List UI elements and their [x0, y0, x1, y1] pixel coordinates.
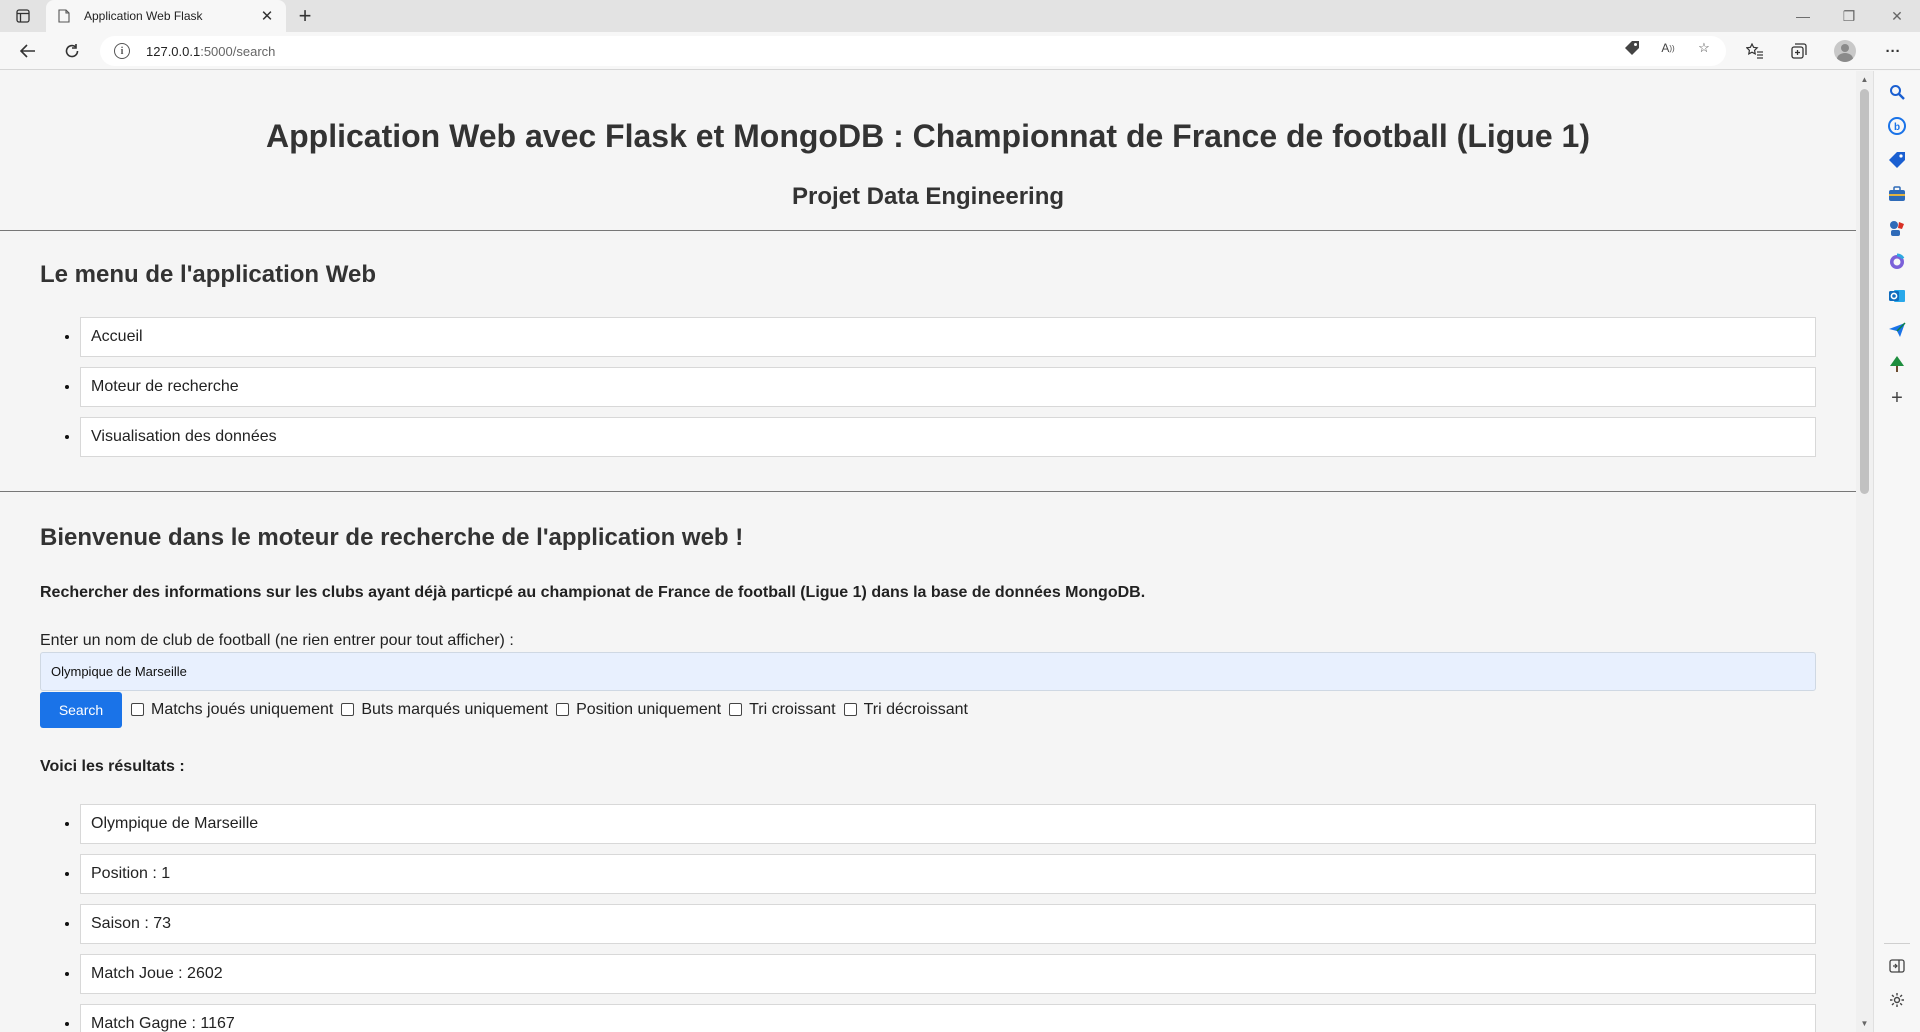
hide-sidebar-icon[interactable] [1886, 955, 1908, 977]
tab-title: Application Web Flask [84, 9, 203, 23]
search-description: Rechercher des informations sur les club… [40, 584, 1146, 601]
search-icon[interactable] [1886, 81, 1908, 103]
scroll-down-icon[interactable]: ▼ [1860, 1019, 1869, 1028]
menu-item-visualisation: Visualisation des données [80, 417, 1816, 457]
add-favorite-icon[interactable]: ☆ [1694, 39, 1714, 57]
close-tab-icon[interactable]: ✕ [258, 7, 276, 25]
svg-text:b: b [1894, 122, 1900, 133]
option-matchs-joues[interactable]: Matchs joués uniquement [131, 701, 333, 719]
checkbox[interactable] [843, 703, 857, 716]
url-text[interactable]: 127.0.0.1:5000/search [146, 44, 275, 59]
profile-avatar[interactable] [1834, 40, 1856, 62]
checkbox[interactable] [556, 703, 570, 716]
games-icon[interactable] [1886, 217, 1908, 239]
club-search-input[interactable] [40, 652, 1816, 691]
search-label: Enter un nom de club de football (ne rie… [40, 632, 514, 649]
result-value: Saison : 73 [80, 904, 1816, 944]
tab-bar: Application Web Flask ✕ + — ❐ ✕ [0, 0, 1920, 32]
option-label: Matchs joués uniquement [151, 700, 334, 718]
microsoft-365-icon[interactable] [1886, 251, 1908, 273]
option-label: Tri croissant [749, 700, 836, 718]
favorites-icon[interactable] [1744, 41, 1766, 61]
new-tab-icon[interactable]: + [294, 3, 316, 28]
list-item: Match Gagne : 1167 [80, 1004, 1816, 1032]
menu-section: Le menu de l'application Web Accueil Mot… [0, 231, 1856, 492]
scrollbar-thumb[interactable] [1860, 89, 1869, 494]
option-label: Buts marqués uniquement [361, 700, 549, 718]
copilot-icon[interactable]: b [1886, 115, 1908, 137]
list-item: Match Joue : 2602 [80, 954, 1816, 994]
list-item: Olympique de Marseille [80, 804, 1816, 844]
page-icon [56, 8, 72, 24]
option-label: Position uniquement [576, 700, 722, 718]
refresh-icon[interactable] [58, 38, 86, 64]
option-tri-decroissant[interactable]: Tri décroissant [843, 700, 968, 719]
scroll-up-icon[interactable]: ▲ [1860, 75, 1869, 84]
sidebar-divider [1884, 943, 1910, 944]
page-title: Application Web avec Flask et MongoDB : … [266, 118, 1590, 154]
menu-item-accueil: Accueil [80, 317, 1816, 357]
tag-icon[interactable] [1622, 39, 1642, 57]
search-section: Bienvenue dans le moteur de recherche de… [0, 492, 1856, 1032]
result-value: Match Joue : 2602 [80, 954, 1816, 994]
outlook-icon[interactable] [1886, 285, 1908, 307]
site-info-icon[interactable]: i [114, 43, 130, 59]
tools-briefcase-icon[interactable] [1886, 183, 1908, 205]
read-aloud-icon[interactable]: A)) [1658, 39, 1678, 57]
result-value: Match Gagne : 1167 [80, 1004, 1816, 1032]
search-controls: Search Matchs joués uniquement Buts marq… [40, 691, 1816, 728]
option-tri-croissant[interactable]: Tri croissant [729, 701, 836, 719]
settings-gear-icon[interactable] [1886, 989, 1908, 1011]
checkbox[interactable] [131, 703, 144, 716]
page-viewport: Application Web avec Flask et MongoDB : … [0, 71, 1856, 1032]
close-window-icon[interactable]: ✕ [1874, 0, 1920, 32]
tree-icon[interactable] [1886, 353, 1908, 375]
more-options-icon[interactable]: ··· [1882, 41, 1904, 61]
menu-link-moteur-de-recherche[interactable]: Moteur de recherche [80, 367, 1816, 407]
option-buts-marques[interactable]: Buts marqués uniquement [341, 701, 548, 719]
browser-tab[interactable]: Application Web Flask ✕ [46, 0, 286, 32]
tab-actions-icon[interactable] [12, 6, 34, 26]
browser-toolbar: i 127.0.0.1:5000/search A)) ☆ ··· [0, 32, 1920, 70]
minimize-icon[interactable]: — [1780, 0, 1826, 32]
shopping-tag-icon[interactable] [1886, 149, 1908, 171]
collections-icon[interactable] [1788, 41, 1810, 61]
page-header: Application Web avec Flask et MongoDB : … [0, 71, 1856, 231]
list-item: Position : 1 [80, 854, 1816, 894]
restore-icon[interactable]: ❐ [1826, 0, 1872, 32]
menu-list: Accueil Moteur de recherche Visualisatio… [40, 317, 1816, 457]
list-item: Saison : 73 [80, 904, 1816, 944]
results-list: Olympique de Marseille Position : 1 Sais… [40, 804, 1816, 1032]
page-subtitle: Projet Data Engineering [791, 183, 1065, 210]
menu-title: Le menu de l'application Web [40, 261, 376, 288]
menu-item-moteur: Moteur de recherche [80, 367, 1816, 407]
option-label: Tri décroissant [863, 700, 968, 718]
search-title: Bienvenue dans le moteur de recherche de… [40, 524, 744, 551]
page-scrollbar[interactable]: ▲ ▼ [1856, 71, 1873, 1032]
send-icon[interactable] [1886, 319, 1908, 341]
result-value: Olympique de Marseille [80, 804, 1816, 844]
search-button[interactable]: Search [40, 691, 122, 728]
checkbox[interactable] [729, 703, 743, 716]
menu-link-accueil[interactable]: Accueil [80, 317, 1816, 357]
browser-sidebar: b + [1873, 71, 1920, 1032]
address-bar[interactable]: i 127.0.0.1:5000/search [100, 36, 1726, 66]
checkbox[interactable] [341, 703, 355, 716]
back-icon[interactable] [14, 38, 42, 64]
results-title: Voici les résultats : [40, 758, 185, 775]
menu-link-visualisation[interactable]: Visualisation des données [80, 417, 1816, 457]
option-position[interactable]: Position uniquement [556, 701, 721, 719]
add-icon[interactable]: + [1886, 387, 1908, 409]
result-value: Position : 1 [80, 854, 1816, 894]
